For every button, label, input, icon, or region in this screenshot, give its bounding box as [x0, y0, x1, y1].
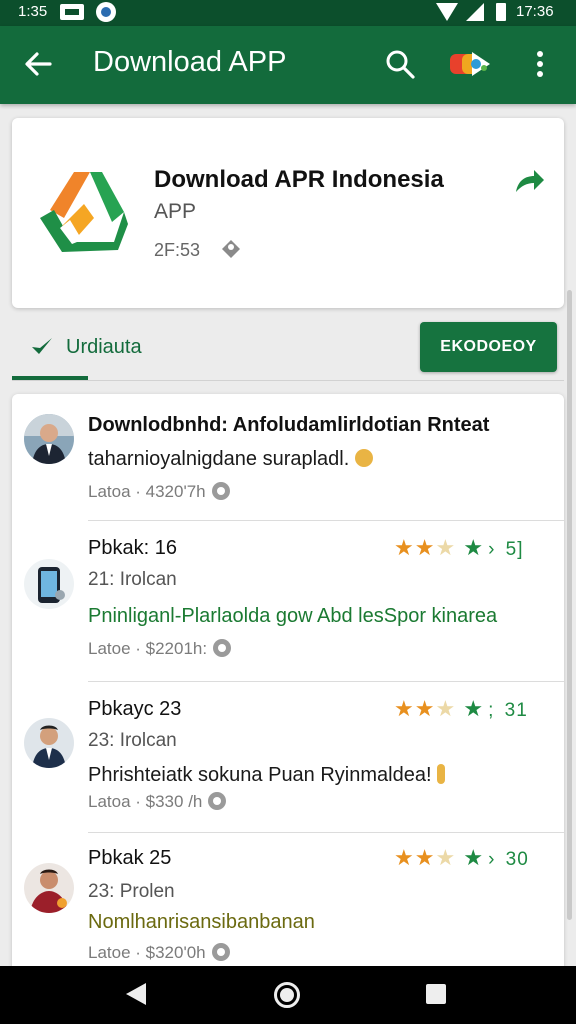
clock-icon: [211, 482, 230, 500]
rating-stars: ★★★ ★ › 30: [394, 845, 529, 871]
avatar: [24, 718, 74, 768]
app-type: APP: [154, 200, 197, 223]
star-icon: ★: [394, 696, 415, 721]
review-body: Nomlhanrisansibanbanan: [88, 911, 315, 933]
check-icon: [30, 334, 54, 358]
reviews-list: Downlodbnhd: Anfoludamlirldotian Rnteat …: [12, 394, 564, 974]
review-body-text: Phrishteiatk sokuna Puan Ryinmaldea!: [88, 764, 432, 786]
clock-icon: [213, 639, 232, 657]
notification-app-icon: [96, 2, 116, 22]
review-sub: 23: Irolcan: [88, 730, 177, 751]
review-time-text: Latoe · $2201h:: [88, 639, 208, 658]
status-bar: 1:35 17:36: [0, 0, 576, 26]
search-icon[interactable]: [384, 48, 416, 80]
more-vert-icon[interactable]: [524, 46, 556, 82]
review-title: Pbkak: 16: [88, 537, 177, 559]
review-time-text: Latoe · $320'0h: [88, 943, 206, 962]
review-time: Latoe · $320'0h: [88, 943, 230, 963]
battery-icon: [496, 3, 506, 21]
app-size: 2F:53: [154, 240, 201, 260]
star-icon: ★: [414, 535, 436, 560]
star-icon: ★: [435, 696, 457, 721]
tab-label[interactable]: Urdiauta: [66, 336, 142, 359]
avatar: [24, 863, 74, 913]
rating-value: ›: [488, 849, 502, 870]
star-icon: ★: [463, 845, 485, 870]
download-button[interactable]: EKODOEOY: [420, 322, 557, 372]
emoji-icon: [354, 449, 373, 467]
review-title: Pbkak 25: [88, 847, 172, 869]
share-icon[interactable]: [512, 168, 546, 196]
review-item[interactable]: Pbkak 25 ★★★ ★ › 30 23: Prolen Nomlhanris…: [12, 833, 564, 974]
review-sub: 23: Prolen: [88, 881, 175, 902]
nav-recents-icon[interactable]: [426, 984, 446, 1004]
status-time-right: 17:36: [516, 3, 554, 20]
rating-number: 30: [505, 849, 529, 870]
review-body: Pninliganl-Plarlaolda gow Abd lesSpor ki…: [88, 605, 498, 627]
rating-value: ›: [488, 539, 502, 560]
rating-stars: ★★★ ★ › 5]: [394, 535, 524, 561]
review-title: Downlodbnhd: Anfoludamlirldotian Rnteat: [88, 414, 489, 437]
review-sub: 21: Irolcan: [88, 569, 177, 590]
scrollbar[interactable]: [567, 290, 572, 920]
account-switch-icon[interactable]: [448, 46, 494, 82]
rating-number: 31: [504, 700, 528, 721]
app-bar: Download APP: [0, 26, 576, 104]
tag-icon: [220, 238, 242, 260]
app-info-card: Download APR Indonesia APP 2F:53: [12, 118, 564, 308]
rating-number: 5]: [505, 539, 524, 560]
review-time: Latoe · $2201h:: [88, 639, 232, 659]
review-item[interactable]: Pbkayc 23 ★★★ ★; 31 23: Irolcan Phrishte…: [12, 682, 564, 833]
star-icon: ★: [463, 535, 485, 560]
star-icon: ★: [414, 845, 436, 870]
back-arrow-icon[interactable]: [22, 46, 54, 82]
review-item[interactable]: Pbkak: 16 ★★★ ★ › 5] 21: Irolcan Pninliga…: [12, 521, 564, 682]
status-time-left: 1:35: [18, 3, 48, 20]
nav-home-icon[interactable]: [274, 982, 300, 1008]
star-icon: ★: [435, 845, 457, 870]
review-time-text: Latoa · 4320'7h: [88, 482, 206, 501]
star-icon: ★: [394, 845, 415, 870]
system-nav-bar: [0, 966, 576, 1024]
app-logo: [32, 166, 130, 258]
review-title: Pbkayc 23: [88, 698, 182, 720]
emoji-icon: [437, 764, 446, 784]
review-time-text: Latoa · $330 /h: [88, 792, 203, 811]
rating-stars: ★★★ ★; 31: [394, 696, 528, 722]
star-icon: ★: [463, 696, 485, 721]
wifi-icon: [436, 3, 458, 21]
nav-back-icon[interactable]: [126, 983, 146, 1005]
review-body: Phrishteiatk sokuna Puan Ryinmaldea!: [88, 764, 446, 787]
review-time: Latoa · $330 /h: [88, 792, 227, 812]
tab-divider: [12, 380, 564, 381]
star-icon: ★: [414, 696, 436, 721]
avatar: [24, 559, 74, 609]
signal-icon: [466, 3, 484, 21]
clock-icon: [211, 943, 230, 961]
notification-icon: [60, 4, 84, 20]
avatar: [24, 414, 74, 464]
app-name: Download APR Indonesia: [154, 166, 444, 193]
rating-value: ;: [488, 700, 501, 721]
page-title: Download APP: [93, 46, 287, 78]
review-body: taharnioyalnigdane surapladl.: [88, 448, 373, 471]
star-icon: ★: [394, 535, 415, 560]
star-icon: ★: [435, 535, 457, 560]
review-title-text: Downlodbnhd: Anfoludamlirldotian Rnteat: [88, 414, 490, 436]
clock-icon: [208, 792, 227, 810]
review-item[interactable]: Downlodbnhd: Anfoludamlirldotian Rnteat …: [12, 394, 564, 521]
review-body-text: taharnioyalnigdane surapladl.: [88, 448, 350, 470]
review-time: Latoa · 4320'7h: [88, 482, 230, 502]
